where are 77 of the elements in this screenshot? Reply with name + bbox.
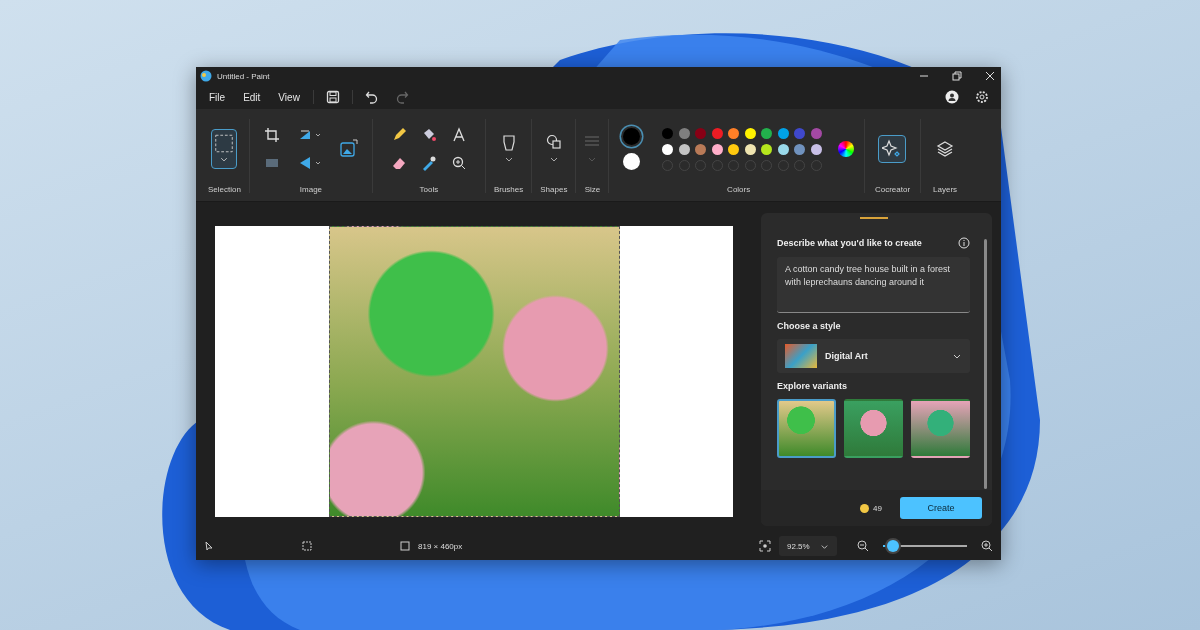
color-swatch[interactable] [678,127,690,139]
color-swatch[interactable] [695,143,707,155]
color-swatch[interactable] [678,143,690,155]
scrollbar[interactable] [984,239,987,489]
canvas-size-icon [400,541,410,551]
info-icon[interactable] [958,237,970,249]
ribbon-group-label: Image [299,185,323,196]
cocreator-button[interactable] [878,135,907,163]
ribbon-group-label: Shapes [540,185,568,196]
ribbon-group-label: Cocreator [874,185,911,196]
slider-thumb[interactable] [887,540,900,552]
settings-icon[interactable] [975,90,989,104]
variants-label: Explore variants [777,381,849,391]
selection-tool-button[interactable] [211,129,238,169]
ribbon-group-label: Brushes [493,185,524,196]
color-swatch[interactable] [761,127,773,139]
color-swatch[interactable] [744,143,756,155]
create-button[interactable]: Create [900,497,982,519]
menu-item[interactable]: Edit [238,89,266,105]
selection-size-icon [302,541,312,551]
variant-thumbnail[interactable] [844,399,903,458]
color-swatch[interactable] [810,127,822,139]
style-thumbnail [785,344,817,368]
color-swatch[interactable] [777,143,789,155]
ribbon-group-label: Size [584,185,601,196]
credits-count: 49 [873,503,882,513]
prompt-field[interactable]: A cotton candy tree house built in a forest with leprechauns dancing around it [777,257,970,313]
color-swatch[interactable] [777,127,789,139]
ribbon-group-label: Colors [727,185,751,196]
image-background-icon[interactable] [337,139,358,159]
redo-icon[interactable] [394,90,409,104]
color-swatch[interactable] [728,127,740,139]
prompt-label: Describe what you'd like to create [777,238,922,248]
variant-thumbnail[interactable] [911,399,970,458]
ribbon-group-label: Tools [419,185,439,196]
save-icon[interactable] [325,90,340,104]
zoom-in-icon[interactable] [981,540,993,552]
menu-item[interactable]: File [204,89,231,105]
color-swatch[interactable] [711,143,723,155]
primary-color-swatch[interactable] [623,128,641,145]
crop-icon[interactable] [263,127,280,143]
restore-icon[interactable] [952,71,962,81]
color-swatch[interactable] [794,143,806,155]
color-swatch[interactable] [662,127,674,139]
color-swatch[interactable] [761,143,773,155]
eraser-icon[interactable] [390,155,407,171]
color-wheel-icon[interactable] [837,141,854,157]
text-tool-icon[interactable] [450,127,467,143]
canvas[interactable] [215,226,733,517]
color-swatch[interactable] [728,143,740,155]
color-swatch[interactable] [794,127,806,139]
window-title: Untitled - Paint [217,71,270,81]
close-icon[interactable] [985,71,995,81]
secondary-color-swatch[interactable] [623,153,641,170]
zoom-dropdown[interactable]: 92.5% [779,536,837,556]
fit-to-window-icon[interactable] [759,540,771,552]
shapes-icon[interactable] [545,134,562,164]
paint-app-icon [200,70,212,82]
canvas-size: 819 × 460px [418,541,463,551]
account-icon[interactable] [945,90,959,104]
undo-icon[interactable] [364,90,379,104]
color-swatch[interactable] [810,143,822,155]
ribbon-group-label: Selection [208,185,241,196]
color-swatch[interactable] [711,127,723,139]
credit-coin-icon [860,503,870,513]
zoom-out-icon[interactable] [857,540,869,552]
magnifier-icon[interactable] [450,155,467,171]
color-swatch[interactable] [662,143,674,155]
color-swatch[interactable] [695,127,707,139]
menu-item[interactable]: View [273,89,305,105]
color-swatch[interactable] [744,127,756,139]
brush-icon[interactable] [500,134,517,164]
style-dropdown[interactable]: Digital Art [777,339,970,373]
ribbon-group-label: Layers [933,185,958,196]
pointer-icon [204,541,214,551]
style-label: Choose a style [777,321,842,331]
variant-thumbnail[interactable] [777,399,836,458]
